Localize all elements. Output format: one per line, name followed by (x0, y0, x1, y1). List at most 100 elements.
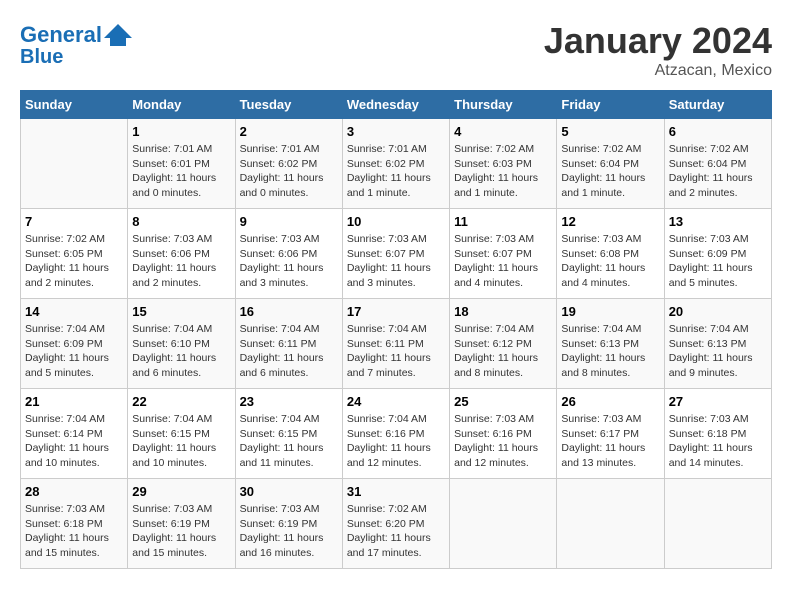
day-number: 30 (240, 484, 338, 499)
day-number: 1 (132, 124, 230, 139)
calendar-cell (450, 479, 557, 569)
day-number: 8 (132, 214, 230, 229)
day-info: Sunrise: 7:02 AMSunset: 6:03 PMDaylight:… (454, 142, 552, 201)
calendar-cell: 31 Sunrise: 7:02 AMSunset: 6:20 PMDayligh… (342, 479, 449, 569)
calendar-cell: 6Sunrise: 7:02 AMSunset: 6:04 PMDaylight… (664, 119, 771, 209)
calendar-cell (21, 119, 128, 209)
day-number: 31 (347, 484, 445, 499)
day-number: 26 (561, 394, 659, 409)
calendar-cell: 14 Sunrise: 7:04 AMSunset: 6:09 PMDayligh… (21, 299, 128, 389)
page-header: General Blue January 2024 Atzacan, Mexic… (20, 20, 772, 80)
calendar-cell: 15 Sunrise: 7:04 AMSunset: 6:10 PMDayligh… (128, 299, 235, 389)
calendar-cell: 26Sunrise: 7:03 AMSunset: 6:17 PMDayligh… (557, 389, 664, 479)
day-info: Sunrise: 7:04 AMSunset: 6:09 PMDaylight:… (25, 322, 123, 381)
day-number: 3 (347, 124, 445, 139)
calendar-cell: 25 Sunrise: 7:03 AMSunset: 6:16 PMDayligh… (450, 389, 557, 479)
day-number: 15 (132, 304, 230, 319)
calendar-cell: 9 Sunrise: 7:03 AMSunset: 6:06 PMDaylight… (235, 209, 342, 299)
calendar-cell (557, 479, 664, 569)
day-info: Sunrise: 7:04 AMSunset: 6:11 PMDaylight:… (347, 322, 445, 381)
calendar-cell: 7 Sunrise: 7:02 AMSunset: 6:05 PMDaylight… (21, 209, 128, 299)
day-number: 23 (240, 394, 338, 409)
day-info: Sunrise: 7:02 AMSunset: 6:04 PMDaylight:… (561, 142, 659, 201)
day-number: 10 (347, 214, 445, 229)
calendar-cell: 18 Sunrise: 7:04 AMSunset: 6:12 PMDayligh… (450, 299, 557, 389)
day-number: 13 (669, 214, 767, 229)
day-info: Sunrise: 7:01 AMSunset: 6:02 PMDaylight:… (347, 142, 445, 201)
calendar-cell: 23 Sunrise: 7:04 AMSunset: 6:15 PMDayligh… (235, 389, 342, 479)
day-info: Sunrise: 7:03 AMSunset: 6:07 PMDaylight:… (347, 232, 445, 291)
day-number: 5 (561, 124, 659, 139)
logo-text: General (20, 23, 102, 47)
calendar-day-header: Saturday (664, 91, 771, 119)
day-info: Sunrise: 7:03 AMSunset: 6:07 PMDaylight:… (454, 232, 552, 291)
day-number: 4 (454, 124, 552, 139)
calendar-day-header: Sunday (21, 91, 128, 119)
calendar-cell: 3 Sunrise: 7:01 AMSunset: 6:02 PMDaylight… (342, 119, 449, 209)
calendar-cell: 30Sunrise: 7:03 AMSunset: 6:19 PMDayligh… (235, 479, 342, 569)
calendar-cell: 12 Sunrise: 7:03 AMSunset: 6:08 PMDayligh… (557, 209, 664, 299)
day-info: Sunrise: 7:03 AMSunset: 6:09 PMDaylight:… (669, 232, 767, 291)
day-info: Sunrise: 7:02 AMSunset: 6:05 PMDaylight:… (25, 232, 123, 291)
day-number: 2 (240, 124, 338, 139)
day-info: Sunrise: 7:04 AMSunset: 6:12 PMDaylight:… (454, 322, 552, 381)
day-info: Sunrise: 7:03 AMSunset: 6:08 PMDaylight:… (561, 232, 659, 291)
day-info: Sunrise: 7:02 AMSunset: 6:20 PMDaylight:… (347, 502, 445, 561)
logo-icon (104, 20, 134, 50)
calendar-cell: 27Sunrise: 7:03 AMSunset: 6:18 PMDayligh… (664, 389, 771, 479)
day-number: 21 (25, 394, 123, 409)
calendar-table: SundayMondayTuesdayWednesdayThursdayFrid… (20, 90, 772, 569)
title-block: January 2024 Atzacan, Mexico (544, 20, 772, 80)
calendar-cell: 13 Sunrise: 7:03 AMSunset: 6:09 PMDayligh… (664, 209, 771, 299)
calendar-cell: 2 Sunrise: 7:01 AMSunset: 6:02 PMDaylight… (235, 119, 342, 209)
calendar-day-header: Friday (557, 91, 664, 119)
day-info: Sunrise: 7:04 AMSunset: 6:15 PMDaylight:… (132, 412, 230, 471)
day-info: Sunrise: 7:04 AMSunset: 6:15 PMDaylight:… (240, 412, 338, 471)
calendar-cell: 4 Sunrise: 7:02 AMSunset: 6:03 PMDaylight… (450, 119, 557, 209)
calendar-day-header: Wednesday (342, 91, 449, 119)
day-info: Sunrise: 7:04 AMSunset: 6:11 PMDaylight:… (240, 322, 338, 381)
day-info: Sunrise: 7:03 AMSunset: 6:18 PMDaylight:… (25, 502, 123, 561)
calendar-cell: 29 Sunrise: 7:03 AMSunset: 6:19 PMDayligh… (128, 479, 235, 569)
location: Atzacan, Mexico (544, 62, 772, 80)
calendar-cell: 11 Sunrise: 7:03 AMSunset: 6:07 PMDayligh… (450, 209, 557, 299)
month-title: January 2024 (544, 20, 772, 62)
day-info: Sunrise: 7:04 AMSunset: 6:14 PMDaylight:… (25, 412, 123, 471)
day-info: Sunrise: 7:04 AMSunset: 6:10 PMDaylight:… (132, 322, 230, 381)
day-number: 12 (561, 214, 659, 229)
calendar-cell: 5 Sunrise: 7:02 AMSunset: 6:04 PMDaylight… (557, 119, 664, 209)
calendar-cell: 22Sunrise: 7:04 AMSunset: 6:15 PMDayligh… (128, 389, 235, 479)
day-info: Sunrise: 7:03 AMSunset: 6:16 PMDaylight:… (454, 412, 552, 471)
day-info: Sunrise: 7:04 AMSunset: 6:16 PMDaylight:… (347, 412, 445, 471)
calendar-cell: 10 Sunrise: 7:03 AMSunset: 6:07 PMDayligh… (342, 209, 449, 299)
day-number: 19 (561, 304, 659, 319)
day-info: Sunrise: 7:03 AMSunset: 6:06 PMDaylight:… (132, 232, 230, 291)
day-info: Sunrise: 7:04 AMSunset: 6:13 PMDaylight:… (669, 322, 767, 381)
calendar-day-header: Thursday (450, 91, 557, 119)
day-info: Sunrise: 7:01 AMSunset: 6:01 PMDaylight:… (132, 142, 230, 201)
day-number: 11 (454, 214, 552, 229)
day-info: Sunrise: 7:01 AMSunset: 6:02 PMDaylight:… (240, 142, 338, 201)
day-number: 16 (240, 304, 338, 319)
calendar-cell: 19 Sunrise: 7:04 AMSunset: 6:13 PMDayligh… (557, 299, 664, 389)
day-number: 17 (347, 304, 445, 319)
day-info: Sunrise: 7:03 AMSunset: 6:18 PMDaylight:… (669, 412, 767, 471)
day-number: 14 (25, 304, 123, 319)
day-info: Sunrise: 7:04 AMSunset: 6:13 PMDaylight:… (561, 322, 659, 381)
calendar-cell: 1 Sunrise: 7:01 AMSunset: 6:01 PMDaylight… (128, 119, 235, 209)
calendar-cell: 16 Sunrise: 7:04 AMSunset: 6:11 PMDayligh… (235, 299, 342, 389)
day-number: 29 (132, 484, 230, 499)
calendar-cell: 24Sunrise: 7:04 AMSunset: 6:16 PMDayligh… (342, 389, 449, 479)
day-info: Sunrise: 7:03 AMSunset: 6:06 PMDaylight:… (240, 232, 338, 291)
calendar-cell: 17 Sunrise: 7:04 AMSunset: 6:11 PMDayligh… (342, 299, 449, 389)
day-info: Sunrise: 7:03 AMSunset: 6:19 PMDaylight:… (132, 502, 230, 561)
calendar-cell (664, 479, 771, 569)
calendar-cell: 20Sunrise: 7:04 AMSunset: 6:13 PMDayligh… (664, 299, 771, 389)
day-number: 7 (25, 214, 123, 229)
day-info: Sunrise: 7:02 AMSunset: 6:04 PMDaylight:… (669, 142, 767, 201)
calendar-cell: 21 Sunrise: 7:04 AMSunset: 6:14 PMDayligh… (21, 389, 128, 479)
calendar-day-header: Monday (128, 91, 235, 119)
day-number: 9 (240, 214, 338, 229)
day-number: 25 (454, 394, 552, 409)
day-number: 18 (454, 304, 552, 319)
